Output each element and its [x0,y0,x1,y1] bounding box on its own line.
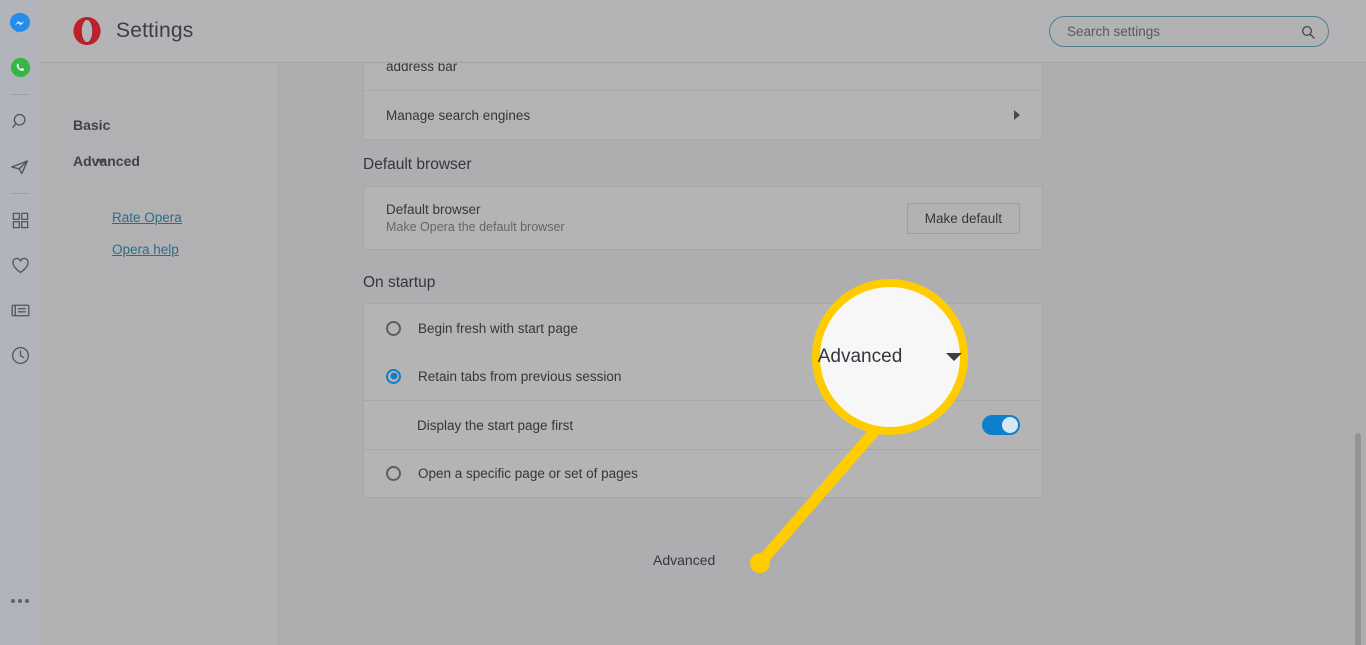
advanced-dropdown-footer[interactable]: Advanced [653,552,766,568]
whatsapp-icon[interactable] [0,45,40,90]
default-browser-label: Default browser [386,202,481,217]
default-browser-sub: Make Opera the default browser [386,220,565,234]
toggle-display-start-page-first[interactable] [982,415,1020,435]
news-icon[interactable] [0,288,40,333]
startup-option-label: Retain tabs from previous session [418,368,622,384]
radio-retain-tabs[interactable] [386,368,401,384]
chevron-right-icon [1014,110,1020,120]
sidebar-item-advanced[interactable]: Advanced [73,153,140,169]
startup-option-open-specific[interactable]: Open a specific page or set of pages [364,449,1042,497]
search-icon[interactable] [0,99,40,144]
chevron-down-icon [946,353,963,361]
address-bar-row[interactable]: address bar [364,63,1042,90]
brand: Settings [72,16,193,46]
page-title: Settings [116,19,194,42]
opera-logo-icon [73,16,101,46]
callout-anchor-dot [750,553,770,573]
separator-2 [11,193,29,194]
section-title-on-startup: On startup [363,274,436,291]
search-input[interactable] [1067,24,1300,39]
speed-dial-icon[interactable] [0,198,40,243]
advanced-dropdown-label: Advanced [653,552,716,568]
scrollbar-thumb[interactable] [1355,433,1361,645]
manage-search-engines-label: Manage search engines [386,107,531,123]
default-browser-row: Default browser Make Opera the default b… [364,187,1042,249]
link-rate-opera[interactable]: Rate Opera [112,210,182,225]
startup-option-label: Open a specific page or set of pages [418,466,638,481]
opera-app-sidebar [0,0,40,645]
settings-header: Settings [40,0,1366,63]
settings-nav-column: Basic Advanced Rate Opera Opera help [40,63,279,645]
separator-1 [11,94,29,95]
link-opera-help[interactable]: Opera help [112,242,179,257]
search-settings-box[interactable] [1049,16,1329,47]
radio-begin-fresh[interactable] [386,320,401,336]
telegram-icon[interactable] [0,144,40,189]
callout-label: Advanced [817,346,903,367]
address-bar-label: address bar [386,63,458,74]
scrollbar-track[interactable] [1355,63,1364,645]
search-engine-card: address bar Manage search engines [363,63,1043,140]
make-default-button[interactable]: Make default [906,202,1020,234]
callout-magnifier: Advanced [812,279,968,435]
sidebar-item-basic[interactable]: Basic [73,117,110,133]
radio-open-specific-page[interactable] [386,466,401,481]
startup-option-label: Begin fresh with start page [418,320,578,336]
heart-icon[interactable] [0,243,40,288]
opera-settings-window: Settings Basic Advanced Rate Opera Opera… [0,0,1366,645]
section-title-default-browser: Default browser [363,156,472,173]
search-icon[interactable] [1300,24,1316,40]
history-icon[interactable] [0,333,40,378]
toggle-knob [1002,417,1018,433]
default-browser-card: Default browser Make Opera the default b… [363,186,1043,250]
manage-search-engines-row[interactable]: Manage search engines [364,90,1042,139]
more-options-icon[interactable] [0,578,40,623]
messenger-icon[interactable] [0,0,40,45]
